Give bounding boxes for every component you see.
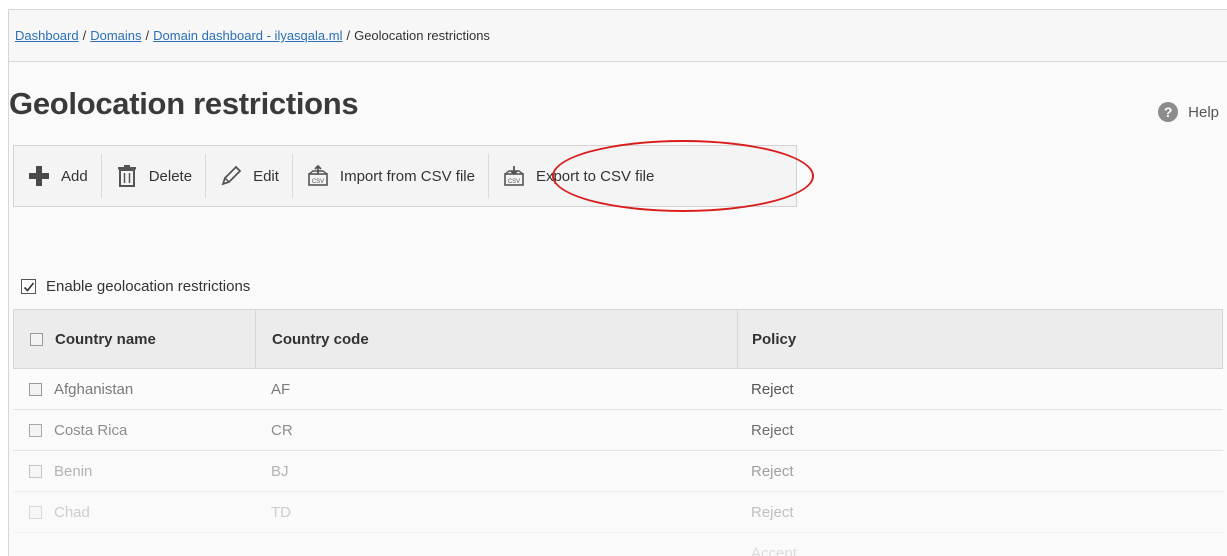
svg-text:CSV: CSV <box>508 179 520 185</box>
edit-label: Edit <box>253 167 279 185</box>
page-title: Geolocation restrictions <box>9 86 359 121</box>
header-country-code[interactable]: Country code <box>256 310 738 368</box>
row-checkbox[interactable] <box>29 382 42 396</box>
header-policy-label: Policy <box>752 330 797 348</box>
toolbar: Add Delete Edit CSV Import from CSV file… <box>13 145 797 207</box>
country-code: CR <box>271 421 293 439</box>
cell-country-name <box>13 533 255 556</box>
breadcrumb-dashboard-link[interactable]: Dashboard <box>15 28 79 43</box>
country-name: Afghanistan <box>54 380 134 398</box>
export-csv-button[interactable]: CSV Export to CSV file <box>489 154 667 198</box>
table-row[interactable]: Accept <box>13 533 1223 556</box>
page-frame: Dashboard / Domains / Domain dashboard -… <box>8 9 1227 556</box>
cell-country-name: Benin <box>13 451 255 491</box>
import-csv-button[interactable]: CSV Import from CSV file <box>293 154 489 198</box>
country-name: Chad <box>54 503 90 521</box>
plus-icon <box>27 164 51 188</box>
country-name: Benin <box>54 462 93 480</box>
edit-button[interactable]: Edit <box>206 154 293 198</box>
breadcrumb: Dashboard / Domains / Domain dashboard -… <box>9 10 1227 62</box>
breadcrumb-domains-link[interactable]: Domains <box>90 28 141 43</box>
add-label: Add <box>61 167 88 185</box>
breadcrumb-domain-dashboard-link[interactable]: Domain dashboard - ilyasqala.ml <box>153 28 342 43</box>
pencil-icon <box>219 164 243 188</box>
country-code: AF <box>271 380 291 398</box>
policy: Reject <box>751 462 794 480</box>
table-row[interactable]: Chad TD Reject <box>13 492 1223 533</box>
row-checkbox[interactable] <box>29 423 42 437</box>
checkmark-icon <box>23 282 34 292</box>
help-icon: ? <box>1158 102 1179 122</box>
country-name: Costa Rica <box>54 421 128 439</box>
table-row[interactable]: Afghanistan AF Reject <box>13 369 1223 410</box>
policy: Reject <box>751 503 794 521</box>
select-all-checkbox[interactable] <box>30 332 43 346</box>
cell-country-name: Costa Rica <box>13 410 255 450</box>
csv-export-icon: CSV <box>502 164 526 188</box>
add-button[interactable]: Add <box>14 154 102 198</box>
cell-country-name: Afghanistan <box>13 369 255 409</box>
title-row: Geolocation restrictions ? Help <box>9 62 1227 134</box>
enable-geolocation-checkbox[interactable] <box>21 279 36 294</box>
svg-text:CSV: CSV <box>312 179 324 185</box>
breadcrumb-separator: / <box>82 28 87 43</box>
country-code: TD <box>271 503 291 521</box>
help-link[interactable]: ? Help <box>1158 102 1219 122</box>
row-checkbox[interactable] <box>29 464 42 478</box>
enable-geolocation-label: Enable geolocation restrictions <box>46 278 251 295</box>
table-row[interactable]: Benin BJ Reject <box>13 451 1223 492</box>
table-row[interactable]: Costa Rica CR Reject <box>13 410 1223 451</box>
policy: Reject <box>751 421 794 439</box>
import-csv-label: Import from CSV file <box>339 167 475 185</box>
row-checkbox[interactable] <box>29 505 42 519</box>
header-country-name[interactable]: Country name <box>14 310 256 368</box>
csv-import-icon: CSV <box>306 164 330 188</box>
country-code <box>255 533 737 556</box>
cell-country-name: Chad <box>13 492 255 532</box>
help-label: Help <box>1188 103 1219 121</box>
geolocation-table: Country name Country code Policy Afghani… <box>13 309 1223 556</box>
breadcrumb-current: Geolocation restrictions <box>354 28 490 43</box>
trash-icon <box>115 164 139 188</box>
policy: Reject <box>751 380 794 398</box>
export-csv-label: Export to CSV file <box>535 167 655 185</box>
header-country-code-label: Country code <box>272 330 369 348</box>
breadcrumb-separator: / <box>346 28 351 43</box>
breadcrumb-separator: / <box>145 28 150 43</box>
header-country-name-label: Country name <box>55 330 156 348</box>
delete-label: Delete <box>148 167 193 185</box>
header-policy[interactable]: Policy <box>738 310 1222 368</box>
delete-button[interactable]: Delete <box>102 154 207 198</box>
country-code: BJ <box>271 462 289 480</box>
policy: Accept <box>751 544 797 556</box>
table-header: Country name Country code Policy <box>13 309 1223 369</box>
enable-geolocation-row[interactable]: Enable geolocation restrictions <box>21 278 250 295</box>
